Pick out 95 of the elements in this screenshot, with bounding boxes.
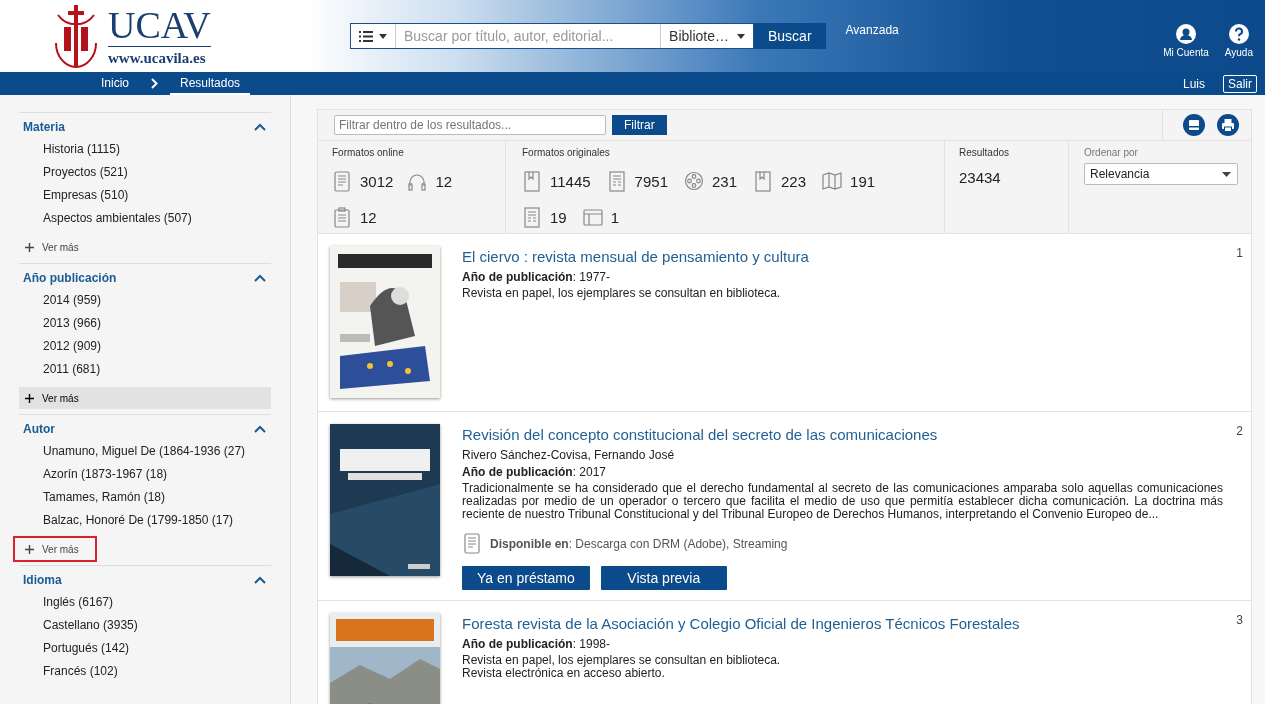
book-icon (753, 170, 773, 192)
facet-item[interactable]: Inglés (6167) (19, 591, 271, 614)
result-title-link[interactable]: El ciervo : revista mensual de pensamiento y cultura (462, 248, 1223, 265)
print-button[interactable] (1217, 114, 1239, 136)
result-number: 2 (1235, 424, 1243, 440)
availability-note: Revista en papel, los ejemplares se consultan en biblioteca. (462, 287, 782, 300)
facet-item[interactable]: 2014 (959) (19, 289, 271, 312)
publication-year: Año de publicación: 1998- (462, 637, 612, 651)
caret-icon (379, 33, 387, 39)
facet-item[interactable]: Empresas (510) (19, 184, 271, 207)
window-icon (582, 206, 603, 228)
facet-item[interactable]: Unamuno, Miguel De (1864-1936 (27) (19, 440, 271, 463)
filter-field[interactable]: Filtrar dentro de los resultados... (334, 115, 606, 135)
newspaper-icon (522, 206, 542, 228)
format-count[interactable]: 191 (850, 172, 876, 190)
clipboard-icon (332, 206, 352, 228)
format-count[interactable]: 231 (712, 172, 737, 190)
publication-year: Año de publicación: 2017 (462, 465, 608, 479)
search-button[interactable]: Buscar (754, 23, 826, 49)
facet-item[interactable]: Portugués (142) (19, 637, 271, 660)
see-more-link[interactable]: Ver más (19, 236, 271, 258)
result-number: 1 (1235, 246, 1243, 262)
list-icon (359, 30, 373, 42)
newspaper-icon (606, 170, 627, 192)
facet-title: Autor (23, 422, 55, 436)
format-count[interactable]: 12 (435, 172, 453, 190)
author-name: Rivero Sánchez-Covisa, Fernando José (462, 448, 676, 462)
user-name: Luis (1182, 76, 1205, 91)
result-title-link[interactable]: Foresta revista de la Asociación y Colegio Oficial de Ingenieros Técnicos Forestales (462, 615, 1223, 632)
facet-item[interactable]: 2011 (681) (19, 358, 271, 381)
result-number: 3 (1235, 613, 1243, 629)
facet-header[interactable]: Idioma (19, 572, 271, 591)
availability-note: Revista electrónica en acceso abierto. (462, 667, 666, 680)
plus-icon (25, 393, 34, 403)
column-heading: Formatos originales (522, 147, 611, 158)
format-count[interactable]: 11445 (550, 172, 591, 190)
advanced-search-link[interactable]: Avanzada (845, 23, 899, 37)
facet-header[interactable]: Autor (19, 421, 271, 440)
plus-icon (25, 544, 34, 554)
logo-text: UCAV (108, 5, 211, 47)
action-button[interactable]: Ya en préstamo (462, 566, 590, 590)
logo-url: www.ucavila.es (108, 49, 207, 67)
tablet-icon (462, 533, 482, 554)
caret-icon (737, 33, 745, 39)
scope-dropdown[interactable]: Bibliote… (660, 24, 753, 48)
facet-item[interactable]: Francés (102) (19, 660, 271, 683)
facet-item[interactable]: Balzac, Honoré De (1799-1850 (17) (19, 509, 271, 532)
facet-item[interactable]: Aspectos ambientales (507) (19, 207, 271, 230)
save-button[interactable] (1183, 114, 1205, 136)
publication-year: Año de publicación: 1977- (462, 270, 612, 284)
format-count[interactable]: 223 (781, 172, 807, 190)
tablet-icon (332, 170, 352, 192)
facet-header[interactable]: Año publicación (19, 270, 271, 289)
caret-icon (1222, 171, 1231, 177)
results-total: 23434 (959, 169, 1002, 186)
plus-icon (25, 242, 34, 252)
see-more-link[interactable]: Ver más (15, 538, 95, 560)
facet-item[interactable]: Proyectos (521) (19, 161, 271, 184)
format-count[interactable]: 7951 (634, 172, 668, 190)
format-count[interactable]: 12 (360, 208, 377, 226)
facet-item[interactable]: Castellano (3935) (19, 614, 271, 637)
help-icon (1228, 24, 1249, 44)
column-heading: Resultados (959, 147, 1011, 158)
facet-item[interactable]: Tamames, Ramón (18) (19, 486, 271, 509)
column-heading: Formatos online (332, 147, 405, 158)
facet-title: Idioma (23, 573, 62, 587)
filter-button[interactable]: Filtrar (612, 115, 667, 135)
facet-item[interactable]: Historia (1115) (19, 138, 271, 161)
facet-header[interactable]: Materia (19, 119, 271, 138)
facet-title: Año publicación (23, 271, 117, 285)
format-count[interactable]: 1 (610, 208, 620, 226)
availability-note: Revista en papel, los ejemplares se consultan en biblioteca. (462, 654, 782, 667)
user-icon (1176, 24, 1196, 44)
search-field[interactable]: Buscar por título, autor, editorial... Bibliote… (350, 23, 754, 49)
format-count[interactable]: 3012 (360, 172, 394, 190)
see-more-link[interactable]: Ver más (19, 387, 271, 409)
facet-item[interactable]: 2012 (909) (19, 335, 271, 358)
film-reel-icon (684, 170, 704, 192)
facet-item[interactable]: 2013 (966) (19, 312, 271, 335)
facet-title: Materia (23, 120, 66, 134)
book-icon (522, 170, 542, 192)
breadcrumb-link[interactable]: Inicio (101, 72, 139, 95)
action-button[interactable]: Vista previa (600, 566, 727, 590)
chevron-right-icon (151, 78, 158, 89)
availability-text: Disponible en: Descarga con DRM (Adobe), Streaming (490, 536, 788, 551)
account-button[interactable]: Mi Cuenta (1163, 24, 1209, 58)
sort-label: Ordenar por (1084, 147, 1139, 158)
help-button[interactable]: Ayuda (1224, 24, 1253, 58)
facet-item[interactable]: Azorín (1873-1967 (18) (19, 463, 271, 486)
abstract-text: Tradicionalmente se ha considerado que el derecho fundamental al secreto de las comunicaciones amparaba solo aquellas comunicaciones realizadas por medio de un operador o tercero que facilita el medio de uso que permitía establecer dicha comunicación. La doctrina más reciente de nuestro Tribunal Constitucional y del Tribunal Europeo de Derechos Humanos, interpretando el Convenio Europeo de... (462, 482, 1223, 521)
format-count[interactable]: 19 (550, 208, 567, 226)
logout-button[interactable]: Salir (1223, 74, 1257, 93)
map-icon (822, 170, 843, 192)
result-title-link[interactable]: Revisión del concepto constitucional del secreto de las comunicaciones (462, 426, 1223, 443)
sort-dropdown[interactable]: Relevancia (1084, 163, 1238, 185)
